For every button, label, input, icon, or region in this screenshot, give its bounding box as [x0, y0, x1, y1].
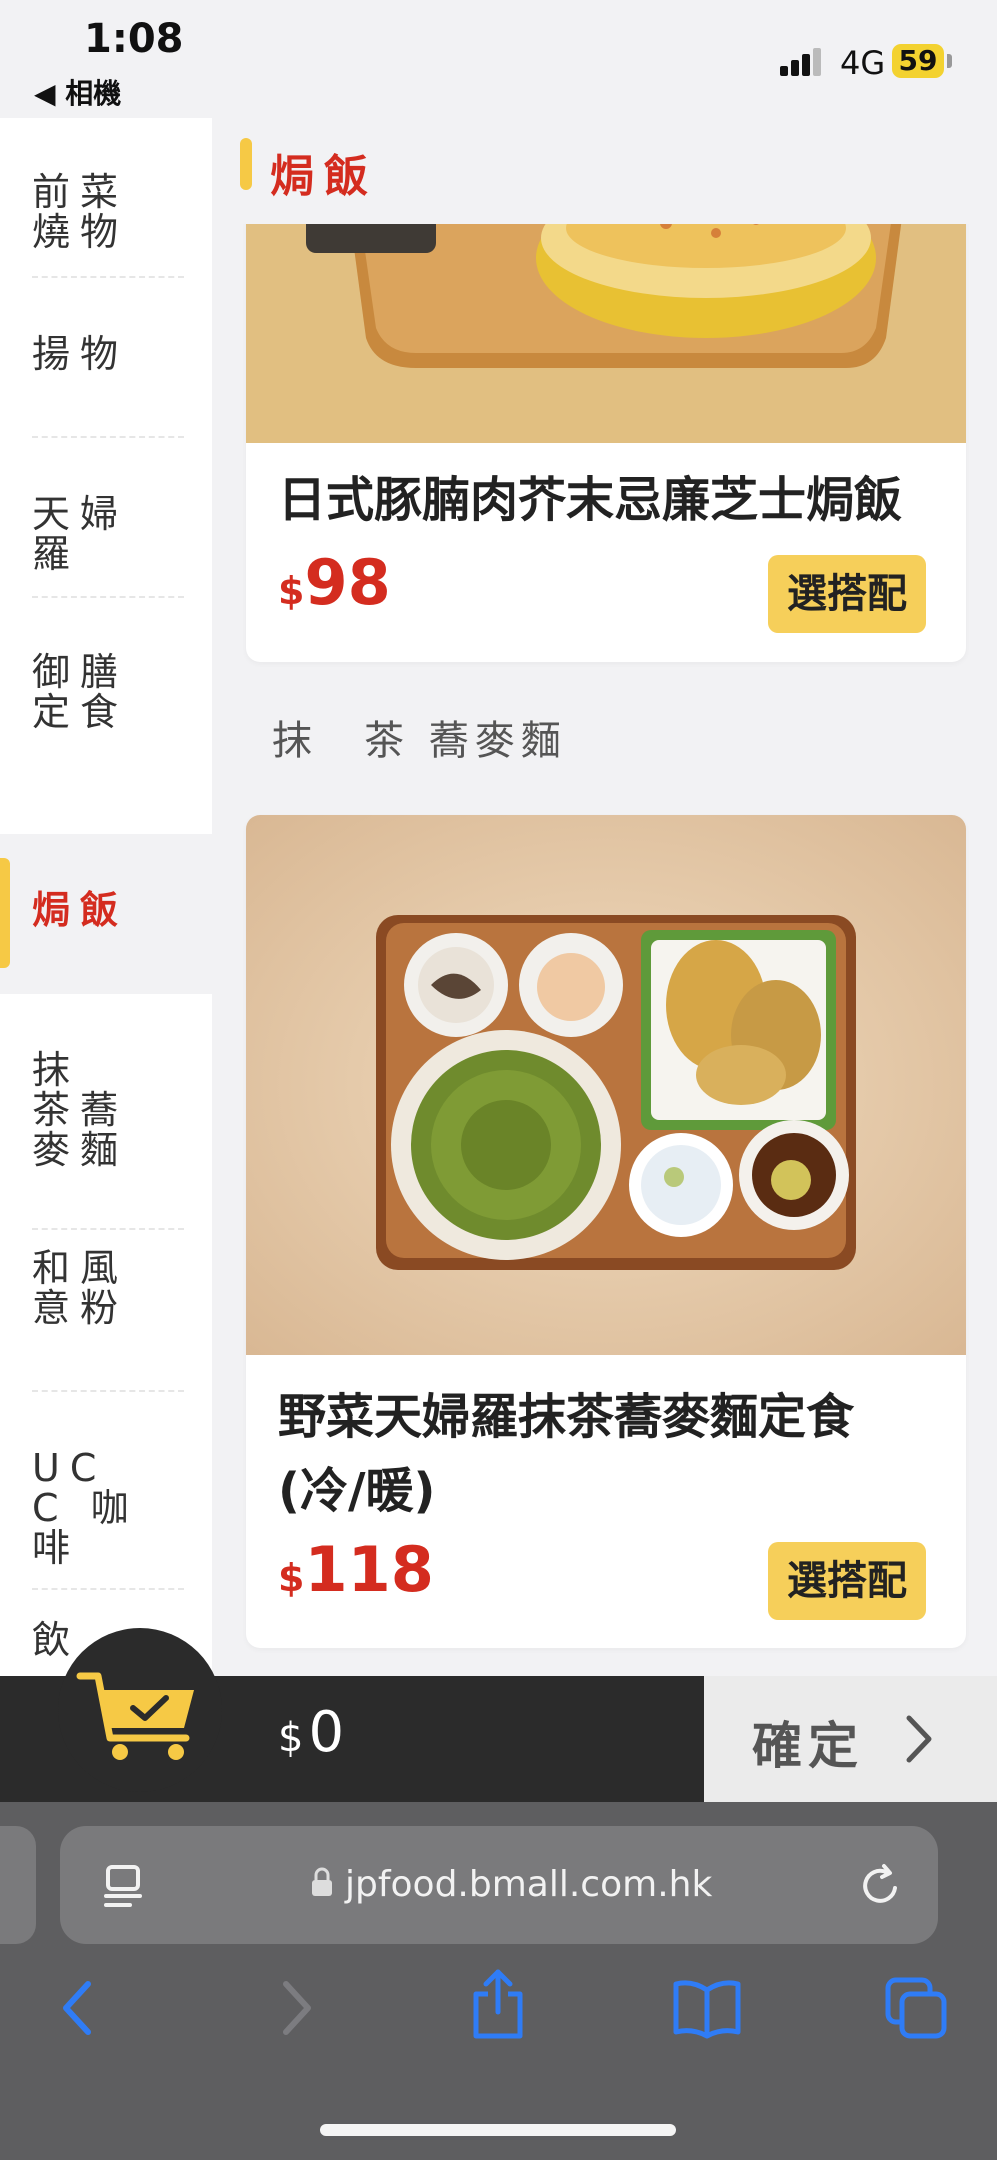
item-price: $98 — [278, 546, 391, 619]
sidebar-item-label: UCC 咖啡 — [32, 1446, 139, 1570]
sidebar-item-label: 揚物 — [32, 332, 129, 376]
lock-icon — [312, 1867, 332, 1896]
menu-item-card[interactable]: 野菜天婦羅抹茶蕎麥麵定食(冷/暖) $118 選搭配 — [246, 815, 966, 1648]
category-sidebar: 前菜燒物 揚物 天婦羅 御膳定食 焗飯 抹 茶蕎麥麵 和風意粉 UCC 咖啡 飲 — [0, 118, 212, 1678]
sidebar-item-label: 抹 茶蕎麥麵 — [32, 1048, 129, 1172]
confirm-button[interactable]: 確定 — [704, 1676, 997, 1802]
item-name: 野菜天婦羅抹茶蕎麥麵定食(冷/暖) — [278, 1389, 855, 1519]
previous-tab-preview[interactable] — [0, 1826, 36, 1944]
sidebar-item-baked-rice[interactable]: 焗飯 — [0, 834, 212, 994]
sidebar-item-set-meals[interactable]: 御膳定食 — [0, 598, 212, 766]
menu-content: 焗飯 日式豚腩肉芥末忌廉芝士焗飯 $98 選搭配 抹 茶 蕎麥麵 野菜天婦羅抹茶… — [212, 118, 997, 1678]
price-value: 118 — [304, 1533, 434, 1606]
sidebar-item-ucc-coffee[interactable]: UCC 咖啡 — [0, 1392, 212, 1590]
url-text: jpfood.bmall.com.hk — [345, 1864, 713, 1905]
sidebar-item-fried[interactable]: 揚物 — [0, 278, 212, 438]
currency-symbol: $ — [278, 1715, 304, 1761]
forward-icon[interactable] — [270, 1976, 320, 2040]
food-photo-matcha-soba — [246, 815, 966, 1355]
status-bar: 1:08 ◀ 相機 4G 59 — [0, 0, 997, 118]
back-icon[interactable] — [54, 1976, 104, 2040]
share-icon[interactable] — [470, 1966, 526, 2042]
battery-icon: 59 — [892, 44, 944, 78]
price-value: 98 — [304, 546, 391, 619]
sidebar-item-tempura[interactable]: 天婦羅 — [0, 438, 212, 598]
cart-total: $ 0 — [278, 1700, 344, 1765]
signal-icon — [780, 48, 830, 76]
network-type: 4G — [840, 44, 886, 82]
sidebar-item-label: 天婦羅 — [32, 492, 129, 576]
sidebar-item-label: 焗飯 — [32, 888, 129, 932]
subsection-title: 抹 茶 蕎麥麵 — [272, 718, 567, 764]
sidebar-item-wafu-pasta[interactable]: 和風意粉 — [0, 1194, 212, 1392]
shopping-cart-icon — [76, 1672, 194, 1760]
chevron-right-icon — [906, 1715, 932, 1763]
sidebar-item-appetizers[interactable]: 前菜燒物 — [0, 118, 212, 278]
sidebar-item-label: 和風意粉 — [32, 1246, 129, 1330]
reader-mode-icon[interactable] — [102, 1864, 144, 1910]
section-title: 焗飯 — [270, 151, 378, 202]
sidebar-item-matcha-soba[interactable]: 抹 茶蕎麥麵 — [0, 994, 212, 1230]
currency-symbol: $ — [278, 1556, 305, 1600]
choose-combo-button[interactable]: 選搭配 — [768, 555, 926, 633]
section-marker — [240, 138, 252, 190]
reload-icon[interactable] — [858, 1862, 904, 1908]
section-header: 焗飯 — [212, 118, 997, 224]
status-time: 1:08 — [84, 16, 184, 62]
sidebar-item-label: 前菜燒物 — [32, 170, 129, 254]
bookmarks-icon[interactable] — [672, 1976, 742, 2040]
cart-total-value: 0 — [308, 1700, 345, 1765]
home-indicator — [320, 2124, 676, 2136]
choose-combo-button[interactable]: 選搭配 — [768, 1542, 926, 1620]
active-indicator — [0, 858, 10, 968]
back-to-app-link[interactable]: ◀ 相機 — [34, 72, 121, 112]
confirm-label: 確定 — [752, 1717, 864, 1775]
sidebar-item-label: 御膳定食 — [32, 650, 129, 734]
cart-button[interactable] — [58, 1628, 222, 1792]
item-price: $118 — [278, 1533, 434, 1606]
item-name: 日式豚腩肉芥末忌廉芝士焗飯 — [278, 472, 903, 528]
tabs-icon[interactable] — [884, 1976, 950, 2040]
currency-symbol: $ — [278, 569, 305, 613]
battery-tip — [947, 54, 952, 68]
